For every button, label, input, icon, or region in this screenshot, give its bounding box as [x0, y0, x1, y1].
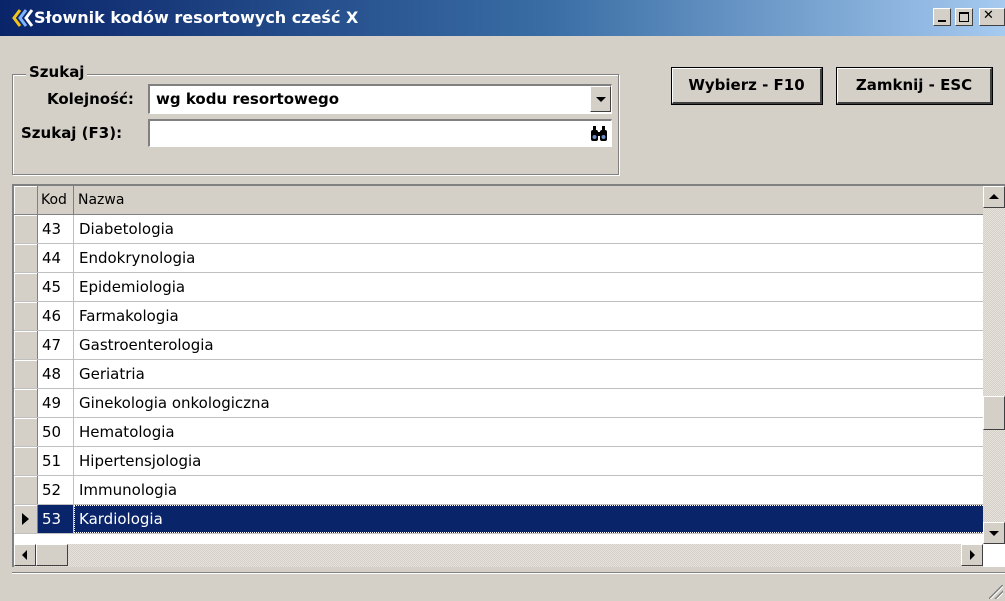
cell-nazwa[interactable]: Immunologia [74, 476, 985, 504]
table-row[interactable]: 45 Epidemiologia [14, 273, 985, 302]
cell-kod[interactable]: 45 [38, 273, 74, 301]
row-indicator[interactable] [14, 476, 38, 504]
cell-nazwa[interactable]: Hematologia [74, 418, 985, 446]
header-indicator-cell [14, 186, 38, 214]
cell-nazwa[interactable]: Geriatria [74, 360, 985, 388]
minimize-icon[interactable] [933, 8, 951, 26]
order-label: Kolejność: [47, 90, 134, 108]
data-grid[interactable]: Kod Nazwa 43 Diabetologia 44 Endokrynologia… [12, 184, 1005, 567]
vertical-scroll-thumb[interactable] [983, 396, 1005, 430]
cell-kod[interactable]: 44 [38, 244, 74, 272]
horizontal-scrollbar[interactable] [14, 544, 983, 567]
row-indicator[interactable] [14, 418, 38, 446]
grid-header: Kod Nazwa [14, 186, 985, 215]
cell-kod[interactable]: 48 [38, 360, 74, 388]
table-row[interactable]: 52 Immunologia [14, 476, 985, 505]
table-row[interactable]: 44 Endokrynologia [14, 244, 985, 273]
row-indicator[interactable] [14, 244, 38, 272]
maximize-icon[interactable] [955, 8, 973, 26]
table-row[interactable]: 50 Hematologia [14, 418, 985, 447]
cell-kod[interactable]: 49 [38, 389, 74, 417]
row-indicator[interactable] [14, 302, 38, 330]
title-bar[interactable]: Słownik kodów resortowych cześć X ✕ [0, 0, 1005, 36]
close-icon[interactable]: ✕ [979, 8, 1005, 26]
scroll-right-icon[interactable] [961, 544, 983, 566]
cell-nazwa[interactable]: Diabetologia [74, 215, 985, 243]
table-row[interactable]: 48 Geriatria [14, 360, 985, 389]
column-header-kod[interactable]: Kod [38, 186, 74, 214]
table-row[interactable]: 43 Diabetologia [14, 215, 985, 244]
order-select-value: wg kodu resortowego [156, 90, 340, 108]
cell-kod[interactable]: 43 [38, 215, 74, 243]
scroll-down-icon[interactable] [983, 522, 1005, 544]
column-header-nazwa[interactable]: Nazwa [74, 186, 985, 214]
cell-nazwa[interactable]: Gastroenterologia [74, 331, 985, 359]
search-group-label: Szukaj [26, 63, 88, 81]
cell-nazwa[interactable]: Hipertensjologia [74, 447, 985, 475]
table-row-selected[interactable]: 53 Kardiologia [14, 505, 985, 534]
search-label: Szukaj (F3): [21, 124, 123, 142]
binoculars-icon[interactable] [588, 122, 610, 146]
scroll-left-icon[interactable] [14, 544, 36, 566]
cell-kod[interactable]: 51 [38, 447, 74, 475]
cell-nazwa[interactable]: Farmakologia [74, 302, 985, 330]
row-indicator[interactable] [14, 273, 38, 301]
row-indicator[interactable] [14, 389, 38, 417]
table-row[interactable]: 49 Ginekologia onkologiczna [14, 389, 985, 418]
status-bar [12, 572, 1005, 601]
row-indicator[interactable] [14, 505, 38, 533]
horizontal-scroll-thumb[interactable] [36, 544, 68, 566]
cell-kod[interactable]: 46 [38, 302, 74, 330]
vertical-scrollbar[interactable] [983, 186, 1005, 544]
cell-nazwa[interactable]: Endokrynologia [74, 244, 985, 272]
resize-grip-icon[interactable] [989, 585, 1003, 599]
search-field[interactable] [148, 119, 612, 147]
row-pointer-icon [22, 513, 29, 525]
close-glyph: ✕ [983, 8, 994, 23]
table-row[interactable]: 47 Gastroenterologia [14, 331, 985, 360]
cell-nazwa[interactable]: Kardiologia [74, 505, 985, 533]
cell-kod[interactable]: 53 [38, 505, 74, 533]
row-indicator[interactable] [14, 447, 38, 475]
app-icon [12, 9, 34, 27]
cell-kod[interactable]: 52 [38, 476, 74, 504]
table-row[interactable]: 51 Hipertensjologia [14, 447, 985, 476]
grid-rows: 43 Diabetologia 44 Endokrynologia 45 Epidemio… [14, 215, 985, 534]
cell-nazwa[interactable]: Epidemiologia [74, 273, 985, 301]
close-button[interactable]: Zamknij - ESC [837, 68, 992, 104]
cell-kod[interactable]: 50 [38, 418, 74, 446]
order-select[interactable]: wg kodu resortowego [148, 84, 612, 114]
scroll-up-icon[interactable] [983, 186, 1005, 208]
chevron-down-icon[interactable] [590, 86, 611, 112]
row-indicator[interactable] [14, 331, 38, 359]
row-indicator[interactable] [14, 215, 38, 243]
cell-nazwa[interactable]: Ginekologia onkologiczna [74, 389, 985, 417]
cell-kod[interactable]: 47 [38, 331, 74, 359]
select-button[interactable]: Wybierz - F10 [672, 68, 822, 104]
table-row[interactable]: 46 Farmakologia [14, 302, 985, 331]
search-input[interactable] [150, 121, 570, 145]
window-title: Słownik kodów resortowych cześć X [34, 8, 359, 27]
row-indicator[interactable] [14, 360, 38, 388]
